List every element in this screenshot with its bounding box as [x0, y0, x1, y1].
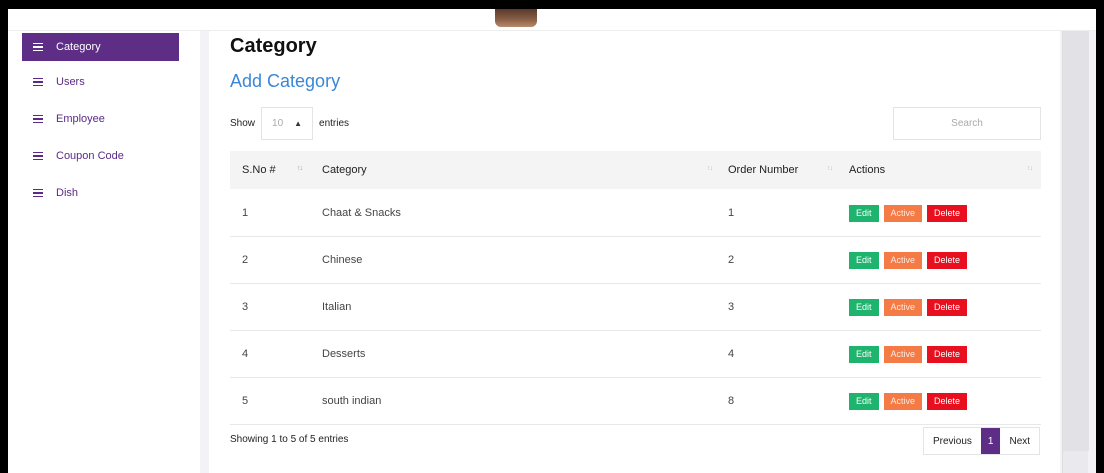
delete-button[interactable]: Delete: [927, 345, 968, 363]
table-row: 4 Desserts 4 Edit Active Delete: [230, 331, 1041, 378]
cell-sno: 2: [242, 254, 249, 266]
sidebar-item-category[interactable]: Category: [22, 33, 179, 61]
delete-button[interactable]: Delete: [927, 298, 968, 316]
entries-label: entries: [319, 118, 350, 129]
cell-category: south indian: [322, 395, 382, 407]
cell-sno: 3: [242, 301, 249, 313]
edit-button[interactable]: Edit: [849, 298, 879, 316]
sort-arrows-icon[interactable]: ↑↓: [707, 165, 713, 172]
add-category-link[interactable]: Add Category: [230, 71, 340, 92]
page-1-button[interactable]: 1: [980, 428, 1001, 454]
entries-select-value: 10: [272, 118, 284, 129]
header-category[interactable]: Category: [322, 151, 367, 189]
pagination: Previous 1 Next: [923, 427, 1041, 455]
row-actions: Edit Active Delete: [849, 190, 972, 236]
cell-order-number: 8: [728, 395, 735, 407]
edit-button[interactable]: Edit: [849, 345, 879, 363]
active-button[interactable]: Active: [883, 392, 923, 410]
menu-lines-icon: [33, 151, 43, 161]
user-avatar[interactable]: [495, 9, 537, 27]
cell-category: Desserts: [322, 348, 366, 360]
header-sno[interactable]: S.No #: [242, 151, 276, 189]
cell-sno: 1: [242, 207, 249, 219]
table-row: 1 Chaat & Snacks 1 Edit Active Delete: [230, 190, 1041, 237]
show-label: Show: [230, 118, 256, 129]
cell-order-number: 4: [728, 348, 735, 360]
cell-sno: 5: [242, 395, 249, 407]
page-scrollbar[interactable]: [1062, 31, 1089, 473]
cell-category: Italian: [322, 301, 352, 313]
edit-button[interactable]: Edit: [849, 392, 879, 410]
header-label: Category: [322, 164, 367, 176]
header-label: Actions: [849, 164, 886, 176]
edit-button[interactable]: Edit: [849, 251, 879, 269]
sidebar-item-label: Users: [56, 76, 85, 88]
sort-arrows-icon[interactable]: ↑↓: [1027, 165, 1033, 172]
table-row: 2 Chinese 2 Edit Active Delete: [230, 237, 1041, 284]
updown-caret-icon: ▲︎: [294, 119, 303, 128]
delete-button[interactable]: Delete: [927, 392, 968, 410]
table-header: S.No # ↑↓ Category ↑↓ Order Number ↑↓ Ac…: [230, 151, 1041, 189]
delete-button[interactable]: Delete: [927, 204, 968, 222]
table-row: 5 south indian 8 Edit Active Delete: [230, 378, 1041, 425]
sidebar-item-users[interactable]: Users: [22, 68, 179, 96]
sidebar-item-label: Coupon Code: [56, 150, 124, 162]
active-button[interactable]: Active: [883, 345, 923, 363]
content-panel: Category Add Category Show 10 ▲︎ entries…: [209, 31, 1060, 473]
active-button[interactable]: Active: [883, 298, 923, 316]
row-actions: Edit Active Delete: [849, 331, 972, 377]
sidebar: Category Users Employee Coupon Code Dish: [8, 31, 200, 473]
cell-category: Chinese: [322, 254, 363, 266]
sidebar-item-label: Category: [56, 41, 101, 53]
header-label: S.No #: [242, 164, 276, 176]
entries-length-control: Show 10 ▲︎ entries: [230, 107, 349, 140]
cell-order-number: 2: [728, 254, 735, 266]
sort-arrows-icon[interactable]: ↑↓: [297, 165, 303, 172]
cell-category: Chaat & Snacks: [322, 207, 401, 219]
row-actions: Edit Active Delete: [849, 237, 972, 283]
sidebar-item-label: Employee: [56, 113, 105, 125]
menu-lines-icon: [33, 188, 43, 198]
previous-button[interactable]: Previous: [924, 428, 981, 454]
sidebar-item-dish[interactable]: Dish: [22, 179, 179, 207]
entries-select[interactable]: 10 ▲︎: [261, 107, 314, 140]
scrollbar-thumb[interactable]: [1063, 31, 1089, 451]
next-button[interactable]: Next: [1000, 428, 1039, 454]
header-label: Order Number: [728, 164, 799, 176]
menu-lines-icon: [33, 77, 43, 87]
sidebar-item-label: Dish: [56, 187, 79, 199]
page-title: Category: [230, 35, 317, 57]
header-actions[interactable]: Actions: [849, 151, 885, 189]
table-row: 3 Italian 3 Edit Active Delete: [230, 284, 1041, 331]
cell-sno: 4: [242, 348, 249, 360]
sidebar-item-coupon-code[interactable]: Coupon Code: [22, 142, 179, 170]
search-input[interactable]: [893, 107, 1041, 140]
table-info: Showing 1 to 5 of 5 entries: [230, 434, 349, 445]
sidebar-item-employee[interactable]: Employee: [22, 105, 179, 133]
top-bar: [8, 9, 1096, 31]
row-actions: Edit Active Delete: [849, 284, 972, 330]
cell-order-number: 3: [728, 301, 735, 313]
menu-lines-icon: [33, 42, 43, 52]
sort-arrows-icon[interactable]: ↑↓: [827, 165, 833, 172]
header-order-number[interactable]: Order Number: [728, 151, 798, 189]
menu-lines-icon: [33, 114, 43, 124]
active-button[interactable]: Active: [883, 251, 923, 269]
active-button[interactable]: Active: [883, 204, 923, 222]
row-actions: Edit Active Delete: [849, 378, 972, 424]
cell-order-number: 1: [728, 207, 735, 219]
delete-button[interactable]: Delete: [927, 251, 968, 269]
edit-button[interactable]: Edit: [849, 204, 879, 222]
